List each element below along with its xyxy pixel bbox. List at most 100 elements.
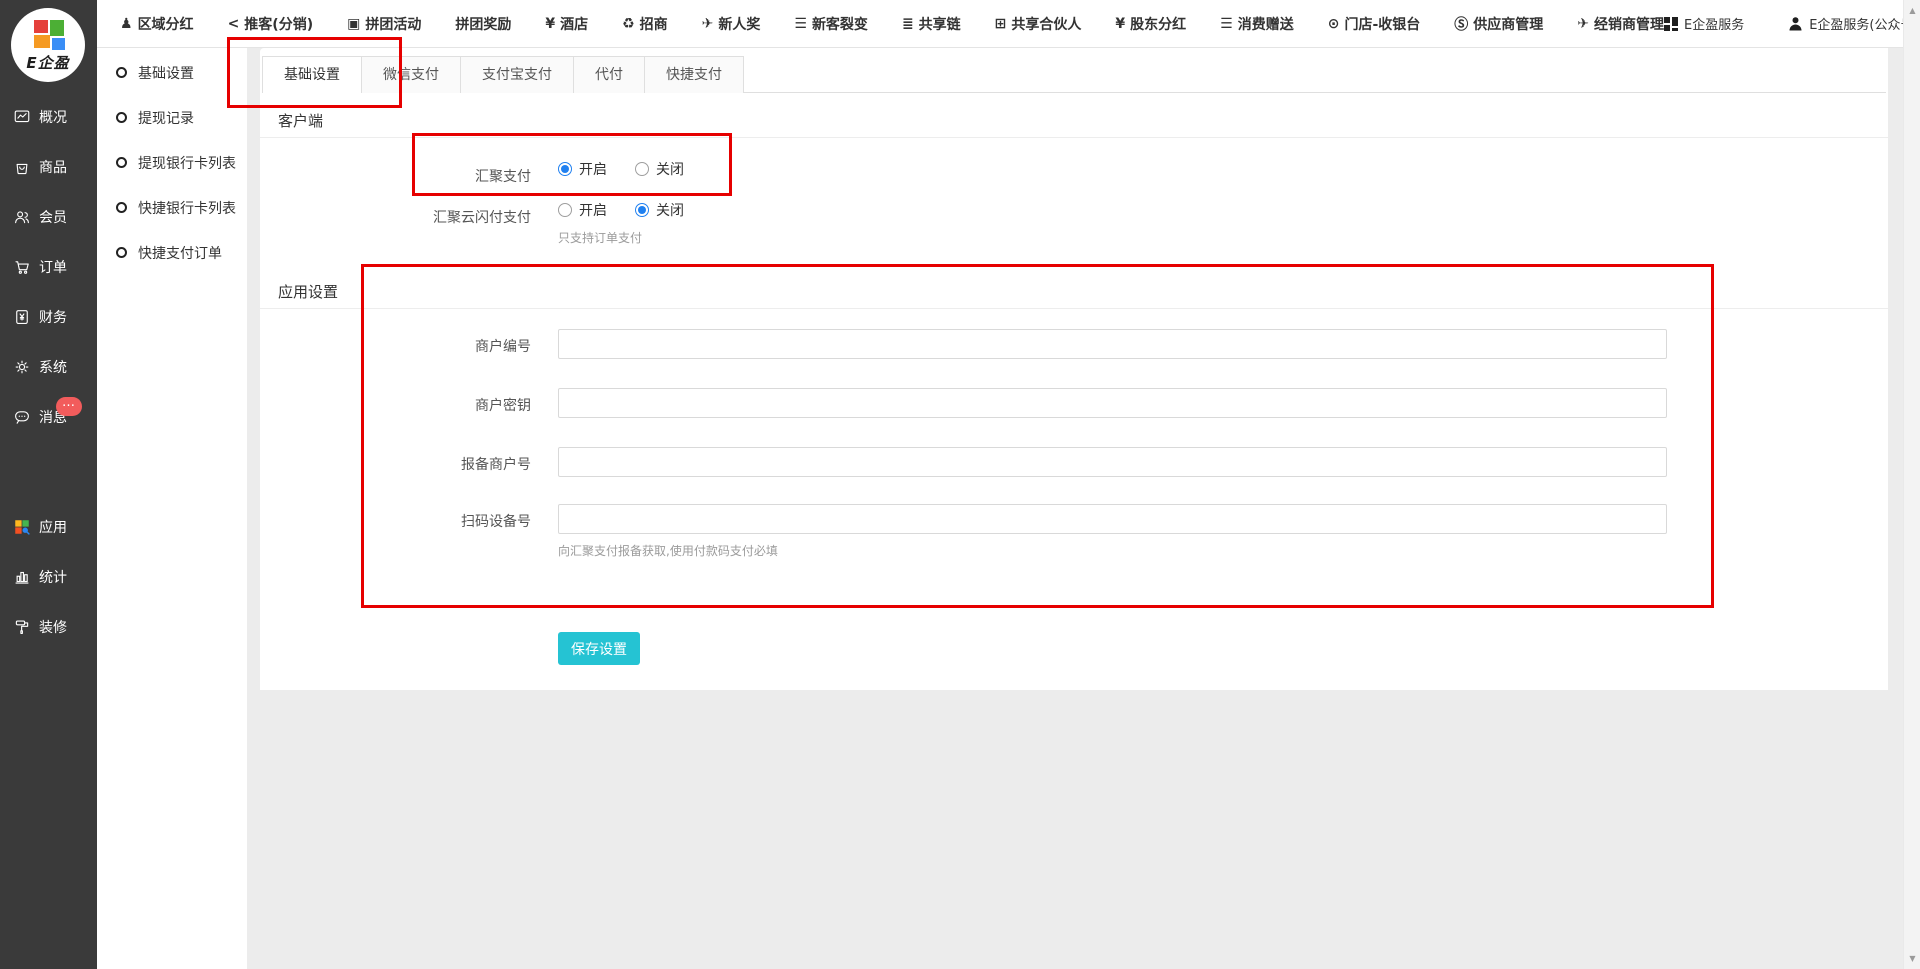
nav-item-group-activity[interactable]: ▣ 拼团活动 <box>347 14 421 34</box>
nav-item-group-reward[interactable]: 拼团奖励 <box>455 14 511 34</box>
tab-wechat-pay[interactable]: 微信支付 <box>362 57 461 93</box>
nav-item-hotel[interactable]: ¥ 酒店 <box>545 14 588 34</box>
nav-label: 消费赠送 <box>1238 14 1294 34</box>
submenu-item-quick-bank-cards[interactable]: 快捷银行卡列表 <box>97 185 247 230</box>
tab-alipay[interactable]: 支付宝支付 <box>461 57 574 93</box>
members-icon <box>13 208 31 226</box>
merchant-key-input[interactable] <box>558 388 1667 418</box>
circle-icon <box>116 67 127 78</box>
nav-item-share-partner[interactable]: ⊞ 共享合伙人 <box>995 14 1082 34</box>
radio-label: 关闭 <box>656 159 684 179</box>
sidebar-item-orders[interactable]: 订单 <box>0 242 97 292</box>
nav-item-new-customer-fission[interactable]: ☰ 新客裂变 <box>794 14 868 34</box>
helper-text: 向汇聚支付报备获取,使用付款码支付必填 <box>558 542 778 559</box>
sidebar-item-goods[interactable]: 商品 <box>0 142 97 192</box>
sidebar-item-label: 系统 <box>39 357 67 377</box>
nav-label: 推客(分销) <box>244 14 313 34</box>
window-icon: ⊞ <box>995 16 1007 32</box>
circle-icon <box>116 112 127 123</box>
divider <box>260 137 1888 138</box>
radio-unselected-icon[interactable] <box>635 162 649 176</box>
submenu-item-basic-settings[interactable]: 基础设置 <box>97 50 247 95</box>
vertical-scrollbar[interactable]: ▲ ▼ <box>1903 0 1920 969</box>
radio-label: 开启 <box>579 200 607 220</box>
nav-label: 酒店 <box>560 14 588 34</box>
plane-icon: ✈ <box>702 16 714 32</box>
main-sidebar: E企盈 概况 商品 会员 <box>0 0 97 969</box>
sidebar-item-overview[interactable]: 概况 <box>0 92 97 142</box>
nav-label: 经销商管理 <box>1594 14 1664 34</box>
radio-option-on[interactable]: 开启 <box>558 159 607 179</box>
radio-selected-icon[interactable] <box>558 162 572 176</box>
tab-payment-on-behalf[interactable]: 代付 <box>574 57 645 93</box>
tab-quick-pay[interactable]: 快捷支付 <box>645 57 743 93</box>
sidebar-item-apps[interactable]: 应用 <box>0 502 97 552</box>
nav-item-shareholder-dividend[interactable]: ¥ 股东分红 <box>1115 14 1186 34</box>
circle-icon <box>116 247 127 258</box>
field-label: 商户编号 <box>260 336 531 356</box>
nav-item-newcomer-award[interactable]: ✈ 新人奖 <box>702 14 761 34</box>
nav-label: 新客裂变 <box>812 14 868 34</box>
account-menu[interactable]: E企盈服务(公众号管理员) <box>1788 14 1920 33</box>
chat-icon <box>13 408 31 426</box>
radio-unselected-icon[interactable] <box>558 203 572 217</box>
sidebar-item-design[interactable]: 装修 <box>0 602 97 652</box>
nav-item-consumption-gift[interactable]: ☰ 消费赠送 <box>1220 14 1294 34</box>
scan-device-number-input[interactable] <box>558 504 1667 534</box>
service-label: E企盈服务 <box>1684 14 1744 33</box>
bar-chart-icon <box>13 568 31 586</box>
nav-item-supplier-management[interactable]: Ⓢ 供应商管理 <box>1454 14 1543 34</box>
filing-merchant-number-input[interactable] <box>558 447 1667 477</box>
nav-item-investment[interactable]: ♻ 招商 <box>622 14 668 34</box>
nav-item-share-chain[interactable]: ≣ 共享链 <box>902 14 961 34</box>
nav-label: 共享链 <box>919 14 961 34</box>
radio-selected-icon[interactable] <box>635 203 649 217</box>
nav-label: 区域分红 <box>138 14 194 34</box>
list-icon: ≣ <box>902 16 914 32</box>
sidebar-item-label: 统计 <box>39 567 67 587</box>
nav-label: 股东分红 <box>1130 14 1186 34</box>
sidebar-menu: 概况 商品 会员 订单 <box>0 92 97 652</box>
nav-item-region-dividend[interactable]: ♟ 区域分红 <box>120 14 194 34</box>
tab-basic-settings[interactable]: 基础设置 <box>263 57 362 93</box>
section-title-client: 客户端 <box>278 110 323 131</box>
settings-panel: 基础设置 微信支付 支付宝支付 代付 快捷支付 客户端 汇聚支付 开启 关闭 <box>260 48 1888 690</box>
finance-icon <box>13 308 31 326</box>
submenu-item-withdrawal-records[interactable]: 提现记录 <box>97 95 247 140</box>
radio-option-on[interactable]: 开启 <box>558 200 607 220</box>
sidebar-item-label: 应用 <box>39 517 67 537</box>
nav-label: 拼团活动 <box>365 14 421 34</box>
share-icon: < <box>228 16 240 32</box>
nav-item-store-cashier[interactable]: ⊙ 门店-收银台 <box>1328 14 1421 34</box>
radio-label: 关闭 <box>656 200 684 220</box>
sidebar-item-stats[interactable]: 统计 <box>0 552 97 602</box>
nav-item-distribution[interactable]: < 推客(分销) <box>228 14 314 34</box>
menu-icon: ☰ <box>1220 16 1233 32</box>
sidebar-item-system[interactable]: 系统 <box>0 342 97 392</box>
logo-text: E企盈 <box>11 52 85 73</box>
circle-icon <box>116 202 127 213</box>
save-settings-button[interactable]: 保存设置 <box>558 632 640 665</box>
submenu-item-quick-pay-orders[interactable]: 快捷支付订单 <box>97 230 247 275</box>
sidebar-item-finance[interactable]: 财务 <box>0 292 97 342</box>
service-menu[interactable]: E企盈服务 <box>1664 14 1744 33</box>
radio-option-off[interactable]: 关闭 <box>635 159 684 179</box>
radio-option-off[interactable]: 关闭 <box>635 200 684 220</box>
nav-label: 共享合伙人 <box>1011 14 1081 34</box>
nav-label: 招商 <box>640 14 668 34</box>
sidebar-item-messages[interactable]: 消息 … <box>0 392 97 442</box>
menu-icon: ☰ <box>794 16 807 32</box>
nav-item-dealer-management[interactable]: ✈ 经销商管理 <box>1577 14 1664 34</box>
logo-icon <box>31 17 67 53</box>
sidebar-item-members[interactable]: 会员 <box>0 192 97 242</box>
submenu-label: 快捷银行卡列表 <box>138 198 236 218</box>
scroll-down-arrow[interactable]: ▼ <box>1904 950 1920 967</box>
scroll-up-arrow[interactable]: ▲ <box>1904 2 1920 19</box>
field-label: 商户密钥 <box>260 395 531 415</box>
submenu-item-withdrawal-bank-cards[interactable]: 提现银行卡列表 <box>97 140 247 185</box>
top-bar-right: E企盈服务 E企盈服务(公众号管理员) <box>1664 14 1920 33</box>
apps-icon <box>13 518 31 536</box>
person-icon: ♟ <box>120 16 133 32</box>
admin-app: ♟ 区域分红 < 推客(分销) ▣ 拼团活动 拼团奖励 ¥ 酒店 ♻ 招商 <box>0 0 1920 969</box>
merchant-number-input[interactable] <box>558 329 1667 359</box>
